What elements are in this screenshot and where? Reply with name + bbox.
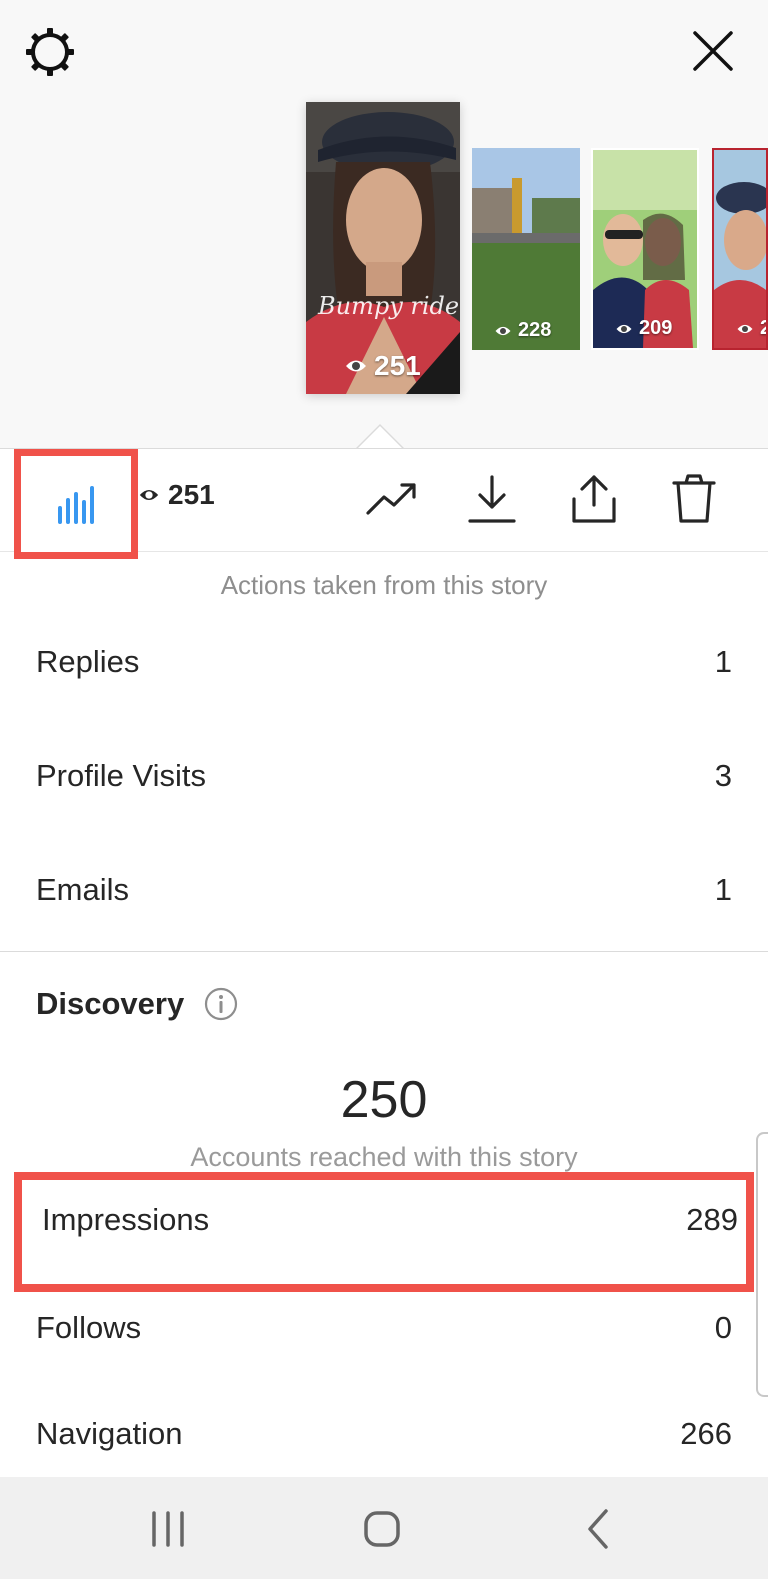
metric-value: 1 bbox=[714, 872, 732, 907]
section-title: Discovery bbox=[36, 986, 185, 1021]
story-thumbnail[interactable]: 209 bbox=[591, 148, 699, 350]
accounts-reached-value: 250 bbox=[340, 1071, 428, 1129]
list-item: Follows 0 bbox=[36, 1310, 732, 1346]
story-views-count: 209 bbox=[639, 317, 673, 339]
metric-label: Navigation bbox=[36, 1416, 183, 1451]
home-icon[interactable] bbox=[356, 1503, 408, 1555]
discovery-header: Discovery bbox=[36, 986, 238, 1022]
eye-icon bbox=[737, 324, 753, 333]
recent-apps-icon[interactable] bbox=[142, 1503, 194, 1555]
eye-icon bbox=[346, 360, 366, 372]
insights-button[interactable] bbox=[14, 449, 138, 559]
story-caption: Bumpy ride bbox=[318, 292, 460, 320]
metric-label: Follows bbox=[36, 1310, 142, 1345]
story-views: 251 bbox=[344, 350, 421, 382]
section-divider bbox=[0, 951, 768, 952]
system-nav-bar bbox=[0, 1477, 768, 1579]
metric-value: 0 bbox=[714, 1310, 732, 1345]
actions-caption: Actions taken from this story bbox=[220, 570, 548, 600]
trash-icon[interactable] bbox=[666, 471, 722, 527]
story-views: 2 bbox=[736, 317, 766, 340]
highlighted-row: Impressions 289 bbox=[14, 1172, 754, 1292]
eye-icon bbox=[139, 489, 159, 501]
info-icon[interactable] bbox=[204, 987, 238, 1021]
metric-label: Emails bbox=[36, 872, 130, 907]
metric-label: Replies bbox=[36, 644, 140, 679]
story-views-count: 228 bbox=[518, 319, 552, 341]
story-views: 209 bbox=[615, 317, 672, 340]
eye-icon bbox=[495, 326, 511, 335]
list-item: Navigation 266 bbox=[36, 1416, 732, 1452]
metric-label: Impressions bbox=[42, 1202, 210, 1237]
story-views-count: 2 bbox=[760, 317, 766, 340]
list-item: Emails 1 bbox=[36, 872, 732, 908]
view-count[interactable]: 251 bbox=[138, 479, 215, 511]
close-icon[interactable] bbox=[692, 30, 734, 72]
back-icon[interactable] bbox=[572, 1503, 624, 1555]
scrollbar[interactable] bbox=[756, 1132, 768, 1397]
story-thumbnail[interactable]: 2 bbox=[712, 148, 768, 350]
bar-chart-icon bbox=[58, 486, 94, 524]
metric-value: 3 bbox=[714, 758, 732, 793]
eye-icon bbox=[616, 324, 632, 333]
story-thumbnail[interactable]: 228 bbox=[472, 148, 580, 350]
metric-value: 266 bbox=[680, 1416, 732, 1451]
metric-value: 1 bbox=[714, 644, 732, 679]
list-item: Replies 1 bbox=[36, 644, 732, 680]
selection-pointer bbox=[356, 423, 404, 449]
accounts-reached-caption: Accounts reached with this story bbox=[190, 1142, 578, 1172]
gear-icon[interactable] bbox=[24, 26, 76, 78]
metric-value: 289 bbox=[686, 1202, 738, 1237]
list-item: Profile Visits 3 bbox=[36, 758, 732, 794]
story-carousel: Bumpy ride 251 228 209 bbox=[0, 0, 768, 448]
story-toolbar: 251 bbox=[0, 448, 768, 559]
trend-icon[interactable] bbox=[364, 471, 420, 527]
story-views-count: 251 bbox=[374, 350, 421, 381]
share-icon[interactable] bbox=[566, 471, 622, 527]
story-views: 228 bbox=[494, 319, 551, 342]
story-thumbnail[interactable]: Bumpy ride 251 bbox=[306, 102, 460, 394]
list-item: Impressions 289 bbox=[42, 1202, 738, 1238]
view-count-value: 251 bbox=[168, 479, 215, 510]
metric-label: Profile Visits bbox=[36, 758, 206, 793]
download-icon[interactable] bbox=[464, 471, 520, 527]
